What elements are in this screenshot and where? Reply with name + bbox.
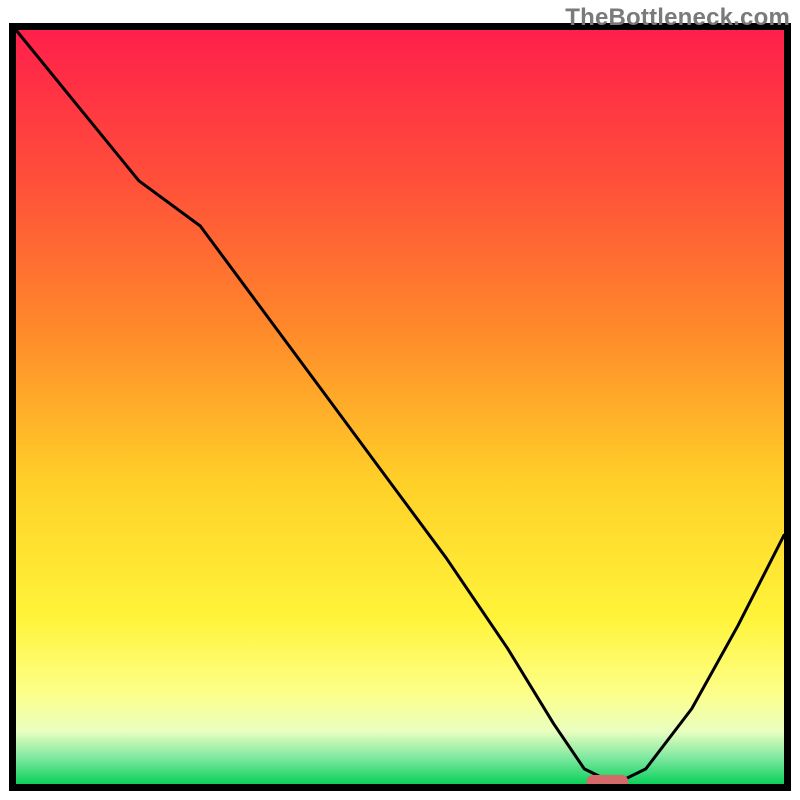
bottleneck-chart: [0, 0, 800, 800]
watermark-text: TheBottleneck.com: [565, 4, 790, 32]
chart-stage: TheBottleneck.com: [0, 0, 800, 800]
chart-background: [16, 30, 784, 784]
